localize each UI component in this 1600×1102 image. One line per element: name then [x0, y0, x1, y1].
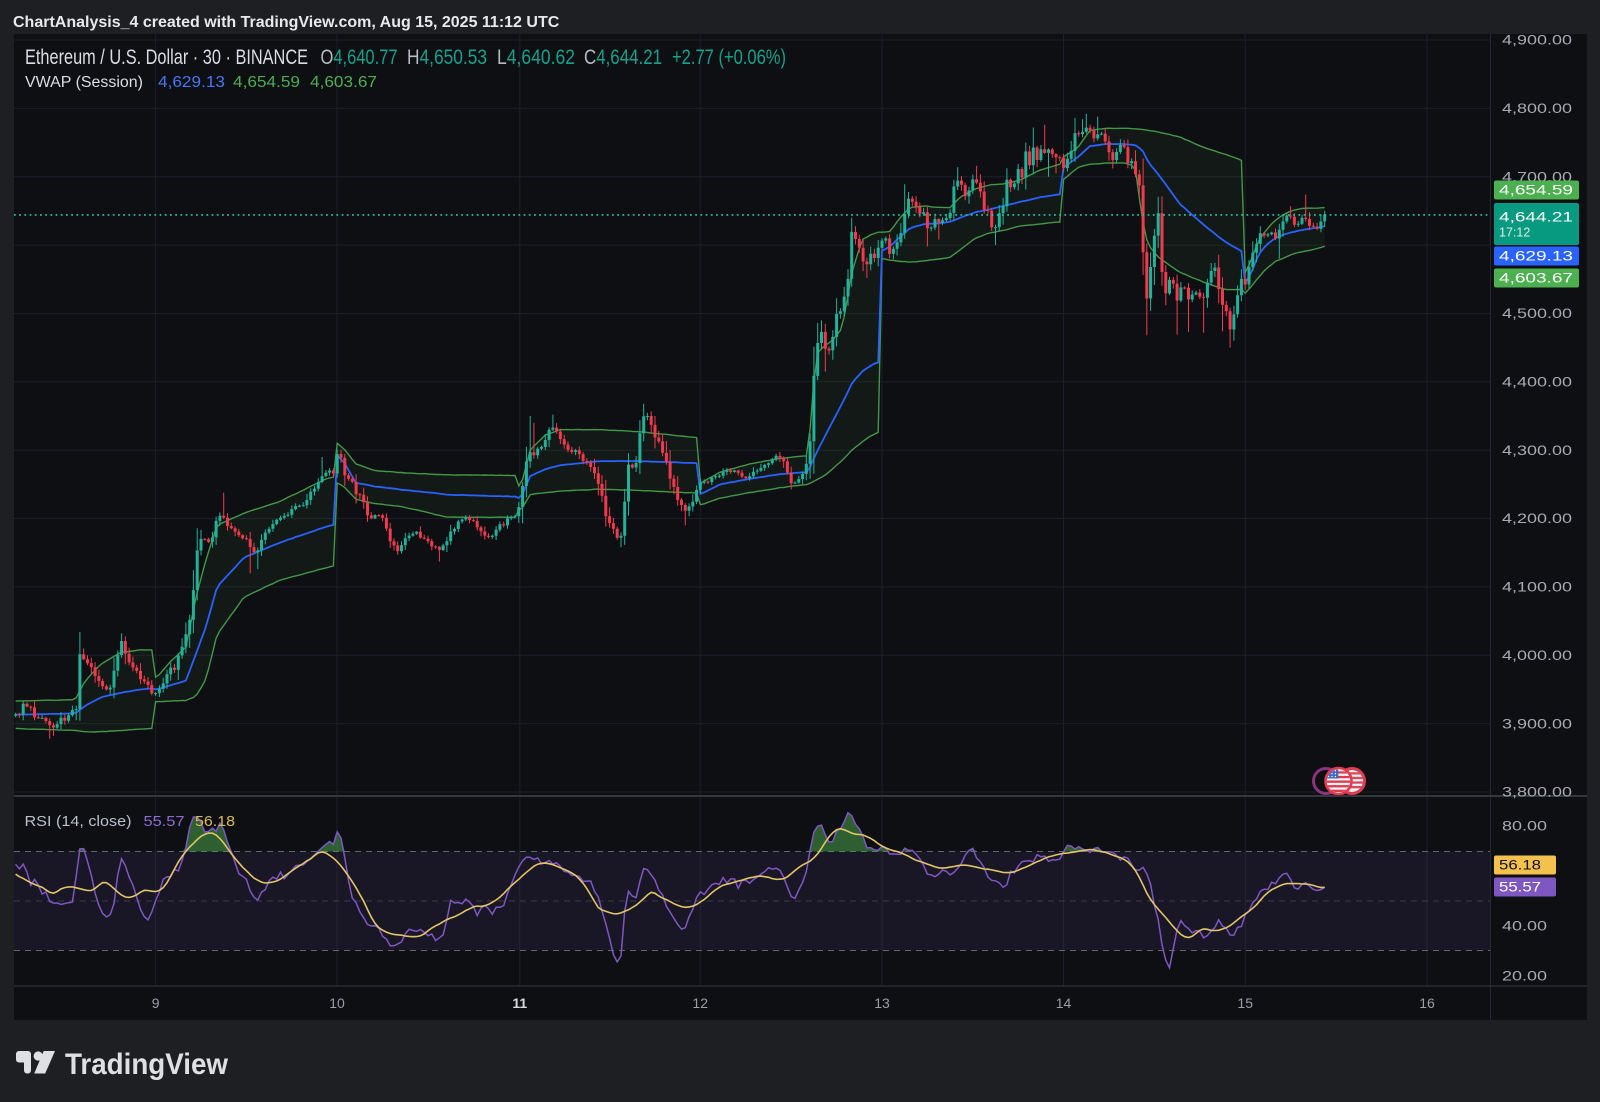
svg-text:4,900.00: 4,900.00: [1502, 33, 1572, 48]
svg-text:4,100.00: 4,100.00: [1502, 580, 1572, 595]
svg-text:10: 10: [329, 995, 345, 1011]
svg-text:4,000.00: 4,000.00: [1502, 648, 1572, 663]
svg-text:80.00: 80.00: [1502, 819, 1547, 834]
svg-text:4,654.59: 4,654.59: [1499, 183, 1573, 198]
svg-text:14: 14: [1056, 995, 1072, 1011]
svg-text:4,500.00: 4,500.00: [1502, 306, 1572, 321]
svg-text:3,800.00: 3,800.00: [1502, 785, 1572, 800]
svg-text:20.00: 20.00: [1502, 969, 1547, 984]
svg-text:VWAP (Session): VWAP (Session): [25, 74, 143, 91]
svg-text:4,603.67: 4,603.67: [310, 74, 377, 91]
svg-text:16: 16: [1419, 995, 1435, 1011]
svg-text:4,400.00: 4,400.00: [1502, 375, 1572, 390]
svg-text:O4,640.77: O4,640.77: [321, 46, 398, 69]
svg-text:4,300.00: 4,300.00: [1502, 443, 1572, 458]
svg-text:56.18: 56.18: [195, 813, 235, 830]
svg-text:15: 15: [1237, 995, 1253, 1011]
svg-text:TradingView: TradingView: [65, 1048, 229, 1081]
svg-text:4,629.13: 4,629.13: [158, 74, 225, 91]
svg-text:17:12: 17:12: [1499, 226, 1530, 240]
svg-text:Ethereum / U.S. Dollar · 30 ·: Ethereum / U.S. Dollar · 30 · BINANCE: [25, 46, 308, 69]
svg-text:4,629.13: 4,629.13: [1499, 249, 1573, 264]
svg-text:4,200.00: 4,200.00: [1502, 511, 1572, 526]
svg-text:55.57: 55.57: [1499, 880, 1541, 895]
svg-text:55.57: 55.57: [144, 813, 185, 830]
svg-text:ChartAnalysis_4 created with T: ChartAnalysis_4 created with TradingView…: [13, 14, 560, 31]
svg-text:+2.77 (+0.06%): +2.77 (+0.06%): [672, 46, 786, 69]
svg-text:3,900.00: 3,900.00: [1502, 716, 1572, 731]
svg-text:4,654.59: 4,654.59: [233, 74, 300, 91]
svg-text:40.00: 40.00: [1502, 919, 1547, 934]
svg-text:12: 12: [692, 995, 708, 1011]
svg-text:4,644.21: 4,644.21: [1499, 210, 1573, 225]
svg-text:4,800.00: 4,800.00: [1502, 101, 1572, 116]
svg-text:9: 9: [152, 995, 160, 1011]
svg-text:RSI (14, close): RSI (14, close): [25, 813, 132, 830]
svg-text:L4,640.62: L4,640.62: [497, 46, 575, 69]
svg-text:4,603.67: 4,603.67: [1499, 271, 1573, 286]
svg-text:56.18: 56.18: [1499, 858, 1541, 873]
svg-text:C4,644.21: C4,644.21: [584, 46, 662, 69]
svg-text:11: 11: [512, 995, 527, 1011]
svg-text:H4,650.53: H4,650.53: [407, 46, 487, 69]
svg-text:13: 13: [874, 995, 890, 1011]
